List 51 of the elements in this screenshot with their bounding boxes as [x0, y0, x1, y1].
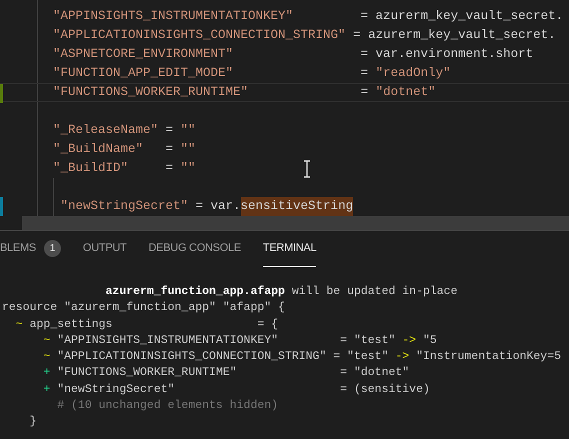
- code-editor[interactable]: [0, 0, 569, 230]
- code-text: "": [180, 122, 196, 140]
- code-text: "": [180, 160, 196, 178]
- scrollbar[interactable]: [22, 216, 569, 230]
- terminal-text: ->: [395, 350, 410, 364]
- code-text: =: [360, 84, 370, 102]
- highlighted-code: sensitiveString: [240, 197, 354, 216]
- terminal-text: "InstrumentationKey=5: [415, 350, 562, 364]
- terminal-text: will be updated in-place: [290, 285, 458, 298]
- terminal-text: # (10 unchanged elements hidden): [56, 399, 278, 412]
- code-text: =: [164, 141, 174, 158]
- code-text: =: [360, 65, 370, 82]
- code-text: "_BuildName": [53, 141, 144, 158]
- terminal-text: "FUNCTIONS_WORKER_RUNTIME" = "dotnet": [56, 366, 410, 380]
- code-text: "FUNCTIONS_WORKER_RUNTIME": [53, 84, 248, 102]
- change-marker: ~: [42, 350, 50, 364]
- change-marker: ~: [42, 334, 50, 347]
- code-text: "": [180, 141, 196, 158]
- code-text: = azurerm_key_vault_secret.: [360, 8, 564, 26]
- code-text: "_ReleaseName": [53, 122, 158, 140]
- code-text: "_BuildID": [53, 160, 128, 178]
- code-text: = azurerm_key_vault_secret.: [352, 27, 556, 44]
- terminal-text: "APPLICATIONINSIGHTS_CONNECTION_STRING" = "test": [56, 350, 390, 364]
- terminal-text: "newStringSecret" = (sensitive): [56, 382, 430, 396]
- code-text: "FUNCTION_APP_EDIT_MODE": [53, 65, 234, 82]
- code-text: "readOnly": [376, 65, 451, 82]
- code-text: "dotnet": [376, 84, 436, 102]
- text-cursor-icon: [303, 160, 311, 178]
- terminal-text: app_settings = {: [28, 318, 278, 331]
- terminal-text: resource "azurerm_function_app" "afapp" {: [2, 301, 285, 314]
- panel-tab[interactable]: DEBUG CONSOLE: [148, 231, 241, 267]
- change-marker: +: [42, 366, 50, 380]
- code-text: = var.environment.short: [360, 46, 534, 64]
- terminal-text: }: [28, 415, 37, 428]
- code-text: "newStringSecret": [60, 198, 188, 216]
- code-text: "ASPNETCORE_ENVIRONMENT": [53, 46, 234, 64]
- terminal-text: "APPINSIGHTS_INSTRUMENTATIONKEY" = "test": [56, 334, 396, 347]
- panel-tab[interactable]: TERMINAL: [262, 231, 316, 267]
- count-badge: 1: [44, 240, 61, 257]
- terminal-text: "5: [422, 334, 437, 347]
- code-text: =: [164, 122, 174, 140]
- change-marker: ~: [14, 318, 23, 331]
- panel-tab[interactable]: BLEMS 1: [0, 231, 61, 267]
- code-text: "APPINSIGHTS_INSTRUMENTATIONKEY": [53, 8, 294, 26]
- code-text: =: [164, 160, 174, 178]
- change-marker: +: [42, 382, 50, 396]
- panel-tab[interactable]: OUTPUT: [82, 231, 126, 267]
- code-text: = var.: [194, 198, 241, 216]
- terminal-text: azurerm_function_app.afapp: [104, 285, 285, 298]
- code-text: "APPLICATIONINSIGHTS_CONNECTION_STRING": [53, 27, 346, 44]
- terminal-text: ->: [402, 334, 416, 347]
